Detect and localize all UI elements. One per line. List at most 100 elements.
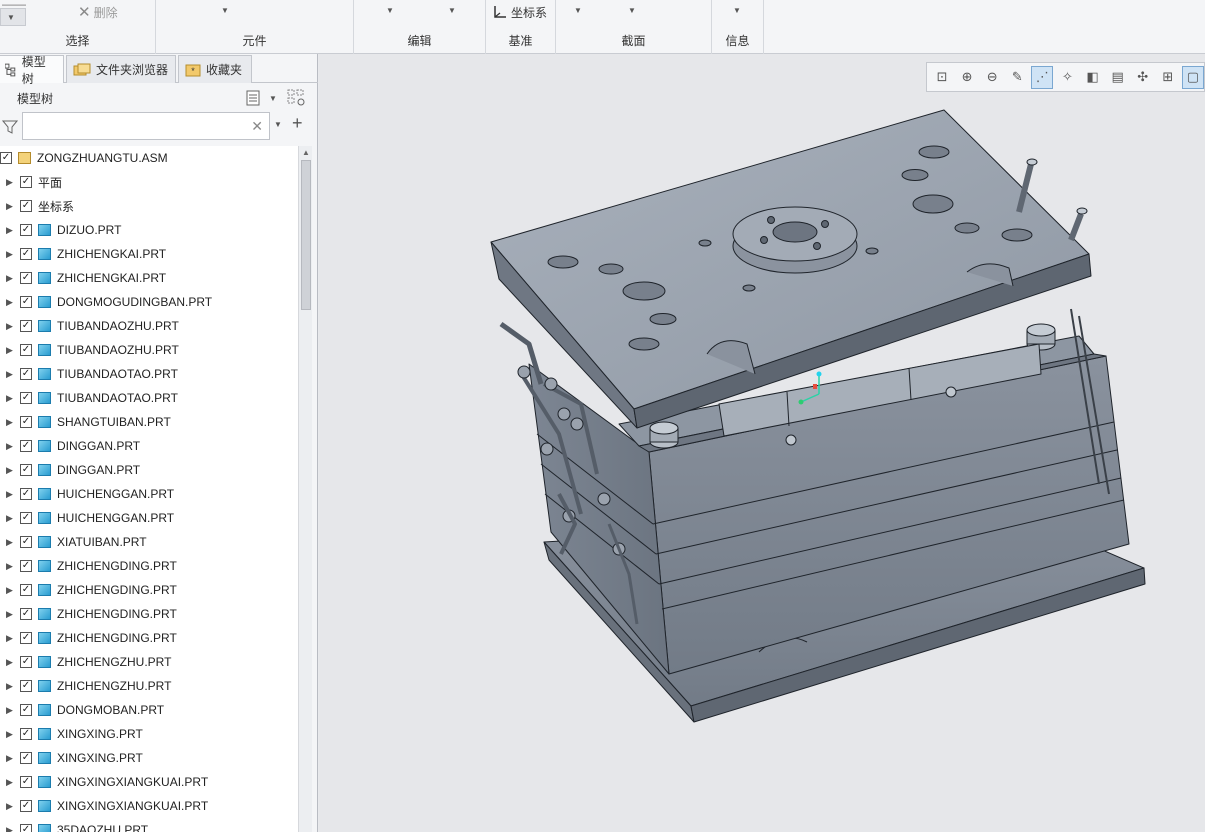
tree-item-checkbox[interactable]: ✓ [20,728,32,740]
tree-item[interactable]: ▶ ✓ XINGXING.PRT [0,746,298,770]
tree-item[interactable]: ▶ ✓ 平面 [0,170,298,194]
expand-arrow-icon[interactable]: ▶ [6,753,13,764]
expand-arrow-icon[interactable]: ▶ [6,441,13,452]
clear-search-icon[interactable]: ✕ [251,118,263,135]
expand-arrow-icon[interactable]: ▶ [6,489,13,500]
tree-item[interactable]: ▶ ✓ 坐标系 [0,194,298,218]
filter-icon[interactable] [2,119,18,135]
info-dropdown-caret[interactable]: ▼ [733,6,741,15]
tree-item[interactable]: ▶ ✓ ZHICHENGDING.PRT [0,554,298,578]
tree-item[interactable]: ▶ ✓ XINGXINGXIANGKUAI.PRT [0,794,298,818]
tree-item-checkbox[interactable]: ✓ [20,200,32,212]
tree-item-checkbox[interactable]: ✓ [20,824,32,832]
tree-item-checkbox[interactable]: ✓ [20,680,32,692]
tree-item-checkbox[interactable]: ✓ [20,272,32,284]
tree-item[interactable]: ▶ ✓ ZHICHENGDING.PRT [0,626,298,650]
delete-button[interactable]: ✕ 删除 [78,2,118,22]
component-dropdown-caret[interactable]: ▼ [221,6,229,15]
tree-item[interactable]: ▶ ✓ 35DAOZHU.PRT [0,818,298,832]
expand-arrow-icon[interactable]: ▶ [6,681,13,692]
expand-arrow-icon[interactable]: ▶ [6,297,13,308]
tree-item-checkbox[interactable]: ✓ [20,632,32,644]
expand-arrow-icon[interactable]: ▶ [6,705,13,716]
expand-arrow-icon[interactable]: ▶ [6,345,13,356]
tree-root-item[interactable]: ✓ ZONGZHUANGTU.ASM [0,146,298,170]
expand-arrow-icon[interactable]: ▶ [6,321,13,332]
tree-item[interactable]: ▶ ✓ XINGXING.PRT [0,722,298,746]
tree-item-checkbox[interactable]: ✓ [20,440,32,452]
tree-item-checkbox[interactable]: ✓ [0,152,12,164]
tree-item-checkbox[interactable]: ✓ [20,344,32,356]
tree-item-checkbox[interactable]: ✓ [20,416,32,428]
expand-arrow-icon[interactable]: ▶ [6,513,13,524]
select-dropdown[interactable]: ▼ [0,8,26,26]
tab-favorites[interactable]: * 收藏夹 [178,55,252,83]
tree-item[interactable]: ▶ ✓ DONGMOBAN.PRT [0,698,298,722]
tree-scrollbar[interactable]: ▲ [298,146,312,832]
mold-assembly-model[interactable] [319,54,1205,832]
tree-item-checkbox[interactable]: ✓ [20,752,32,764]
tree-item[interactable]: ▶ ✓ TIUBANDAOZHU.PRT [0,338,298,362]
tree-item[interactable]: ▶ ✓ DIZUO.PRT [0,218,298,242]
tree-item-checkbox[interactable]: ✓ [20,176,32,188]
add-filter-icon[interactable]: + [292,113,303,134]
tree-search-input[interactable]: ✕ [22,112,270,140]
expand-arrow-icon[interactable]: ▶ [6,825,13,832]
tree-item[interactable]: ▶ ✓ TIUBANDAOTAO.PRT [0,386,298,410]
tree-item[interactable]: ▶ ✓ ZHICHENGDING.PRT [0,578,298,602]
tree-item[interactable]: ▶ ✓ HUICHENGGAN.PRT [0,506,298,530]
tree-item-checkbox[interactable]: ✓ [20,464,32,476]
expand-arrow-icon[interactable]: ▶ [6,633,13,644]
tree-item[interactable]: ▶ ✓ DINGGAN.PRT [0,458,298,482]
tree-item[interactable]: ▶ ✓ XIATUIBAN.PRT [0,530,298,554]
section-dropdown-caret-2[interactable]: ▼ [628,6,636,15]
tree-item-checkbox[interactable]: ✓ [20,536,32,548]
expand-arrow-icon[interactable]: ▶ [6,729,13,740]
expand-arrow-icon[interactable]: ▶ [6,609,13,620]
tree-item-checkbox[interactable]: ✓ [20,488,32,500]
tree-item-checkbox[interactable]: ✓ [20,392,32,404]
tree-item-checkbox[interactable]: ✓ [20,656,32,668]
tree-item[interactable]: ▶ ✓ XINGXINGXIANGKUAI.PRT [0,770,298,794]
tree-settings-dropdown[interactable]: ▼ [262,87,284,109]
expand-arrow-icon[interactable]: ▶ [6,393,13,404]
tree-item[interactable]: ▶ ✓ HUICHENGGAN.PRT [0,482,298,506]
tree-item[interactable]: ▶ ✓ TIUBANDAOZHU.PRT [0,314,298,338]
tree-item[interactable]: ▶ ✓ SHANGTUIBAN.PRT [0,410,298,434]
tree-item-checkbox[interactable]: ✓ [20,224,32,236]
tree-item-checkbox[interactable]: ✓ [20,512,32,524]
expand-arrow-icon[interactable]: ▶ [6,177,13,188]
expand-arrow-icon[interactable]: ▶ [6,561,13,572]
expand-arrow-icon[interactable]: ▶ [6,273,13,284]
tree-item[interactable]: ▶ ✓ TIUBANDAOTAO.PRT [0,362,298,386]
expand-arrow-icon[interactable]: ▶ [6,201,13,212]
tree-item-checkbox[interactable]: ✓ [20,320,32,332]
tree-filter-settings-button[interactable] [286,87,308,109]
expand-arrow-icon[interactable]: ▶ [6,225,13,236]
tab-model-tree[interactable]: 模型树 [0,55,64,86]
expand-arrow-icon[interactable]: ▶ [6,585,13,596]
expand-arrow-icon[interactable]: ▶ [6,777,13,788]
tree-item-checkbox[interactable]: ✓ [20,248,32,260]
edit-dropdown-caret-1[interactable]: ▼ [386,6,394,15]
tree-item-checkbox[interactable]: ✓ [20,608,32,620]
tree-display-settings-button[interactable] [242,87,264,109]
expand-arrow-icon[interactable]: ▶ [6,465,13,476]
expand-arrow-icon[interactable]: ▶ [6,537,13,548]
tab-folder-browser[interactable]: 文件夹浏览器 [66,55,176,83]
expand-arrow-icon[interactable]: ▶ [6,417,13,428]
section-dropdown-caret-1[interactable]: ▼ [574,6,582,15]
tree-item[interactable]: ▶ ✓ ZHICHENGKAI.PRT [0,242,298,266]
tree-item[interactable]: ▶ ✓ DINGGAN.PRT [0,434,298,458]
tree-item-checkbox[interactable]: ✓ [20,800,32,812]
tree-item-checkbox[interactable]: ✓ [20,776,32,788]
scroll-thumb[interactable] [301,160,311,310]
tree-item[interactable]: ▶ ✓ ZHICHENGKAI.PRT [0,266,298,290]
tree-item-checkbox[interactable]: ✓ [20,368,32,380]
tree-item-checkbox[interactable]: ✓ [20,560,32,572]
tree-item[interactable]: ▶ ✓ ZHICHENGDING.PRT [0,602,298,626]
tree-item[interactable]: ▶ ✓ DONGMOGUDINGBAN.PRT [0,290,298,314]
tree-item-checkbox[interactable]: ✓ [20,296,32,308]
tree-item-checkbox[interactable]: ✓ [20,584,32,596]
tree-item[interactable]: ▶ ✓ ZHICHENGZHU.PRT [0,674,298,698]
